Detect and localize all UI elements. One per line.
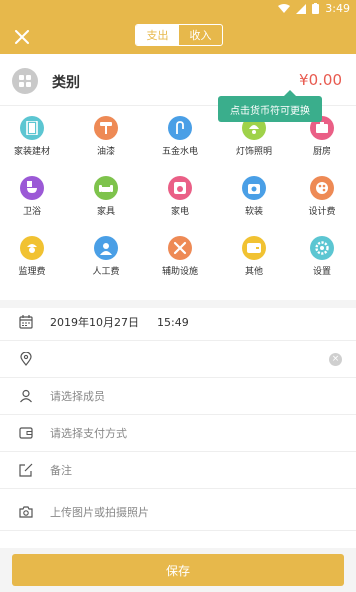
top-toolbar: 支出 收入 <box>0 20 356 54</box>
worker-icon <box>94 236 118 260</box>
grid-item-bathroom[interactable]: 卫浴 <box>2 176 62 217</box>
grid-item-appliance[interactable]: 家电 <box>150 176 210 217</box>
photo-row[interactable]: 上传图片或拍摄照片 <box>0 494 356 531</box>
tab-income[interactable]: 收入 <box>179 25 222 45</box>
grid-item-soft-decoration[interactable]: 软装 <box>224 176 284 217</box>
note-placeholder: 备注 <box>50 464 72 477</box>
grid-item-label: 五金水电 <box>161 147 198 157</box>
tools-icon <box>168 236 192 260</box>
grid-item-label: 设计费 <box>308 207 336 217</box>
member-placeholder: 请选择成员 <box>50 390 105 403</box>
grid-item-design-fee[interactable]: 设计费 <box>292 176 352 217</box>
category-grid-icon <box>19 75 31 87</box>
close-icon <box>15 30 29 44</box>
grid-item-kitchen[interactable]: 厨房 <box>292 116 352 157</box>
grid-item-label: 辅助设施 <box>161 267 198 277</box>
wallet-icon <box>242 236 266 260</box>
grid-item-label: 卫浴 <box>22 207 41 217</box>
grid-item-supervision-fee[interactable]: 监理费 <box>2 236 62 277</box>
grid-item-lighting[interactable]: 灯饰照明 <box>224 116 284 157</box>
grid-item-label: 家电 <box>170 207 189 217</box>
appliance-icon <box>168 176 192 200</box>
grid-item-settings[interactable]: 设置 <box>292 236 352 277</box>
grid-item-label: 其他 <box>244 267 263 277</box>
soft-decoration-icon <box>242 176 266 200</box>
calendar-icon <box>18 314 34 330</box>
edit-icon <box>18 462 34 478</box>
save-bar: 保存 <box>0 548 356 592</box>
supervisor-icon <box>20 236 44 260</box>
system-icons: 3:49 <box>278 2 350 15</box>
photo-placeholder: 上传图片或拍摄照片 <box>50 506 149 519</box>
grid-item-label: 厨房 <box>312 147 331 157</box>
grid-item-other[interactable]: 其他 <box>224 236 284 277</box>
grid-item-labor-fee[interactable]: 人工费 <box>76 236 136 277</box>
status-time: 3:49 <box>325 2 350 15</box>
grid-item-hardware-plumbing[interactable]: 五金水电 <box>150 116 210 157</box>
payment-row[interactable]: 请选择支付方式 <box>0 415 356 452</box>
location-row[interactable]: × <box>0 341 356 378</box>
grid-item-label: 家具 <box>96 207 115 217</box>
grid-item-label: 监理费 <box>18 267 46 277</box>
save-button[interactable]: 保存 <box>12 554 344 586</box>
gear-icon <box>310 236 334 260</box>
grid-item-label: 人工费 <box>92 267 120 277</box>
status-bar: 3:49 <box>0 0 356 20</box>
category-avatar <box>12 68 38 94</box>
time-value[interactable]: 15:49 <box>157 316 189 329</box>
location-pin-icon <box>18 351 34 367</box>
wallet-icon <box>18 425 34 441</box>
type-segmented-control: 支出 收入 <box>135 24 223 46</box>
amount-display[interactable]: ¥0.00 <box>299 71 342 89</box>
grid-item-label: 软装 <box>244 207 263 217</box>
sofa-icon <box>94 176 118 200</box>
palette-icon <box>310 176 334 200</box>
note-row[interactable]: 备注 <box>0 452 356 489</box>
camera-icon <box>18 504 34 520</box>
date-value[interactable]: 2019年10月27日 <box>50 314 139 330</box>
close-icon: × <box>331 354 340 364</box>
grid-item-label: 家装建材 <box>13 147 50 157</box>
grid-item-auxiliary-facilities[interactable]: 辅助设施 <box>150 236 210 277</box>
person-icon <box>18 388 34 404</box>
faucet-icon <box>168 116 192 140</box>
grid-item-paint[interactable]: 油漆 <box>76 116 136 157</box>
tab-expense[interactable]: 支出 <box>136 25 179 45</box>
category-grid: 家装建材 油漆 五金水电 灯饰照明 厨房 卫浴 家具 家电 软装 设计费 监理费… <box>0 110 356 290</box>
toilet-icon <box>20 176 44 200</box>
grid-item-furniture[interactable]: 家具 <box>76 176 136 217</box>
payment-placeholder: 请选择支付方式 <box>50 427 127 440</box>
close-button[interactable] <box>10 25 34 49</box>
currency-tooltip: 点击货币符可更换 <box>218 90 322 122</box>
member-row[interactable]: 请选择成员 <box>0 378 356 415</box>
grid-item-label: 油漆 <box>96 147 115 157</box>
grid-item-building-materials[interactable]: 家装建材 <box>2 116 62 157</box>
signal-icon <box>296 3 307 14</box>
clear-location-button[interactable]: × <box>329 353 342 366</box>
battery-icon <box>312 3 320 14</box>
grid-item-label: 灯饰照明 <box>235 147 272 157</box>
paint-roller-icon <box>94 116 118 140</box>
grid-item-label: 设置 <box>312 267 331 277</box>
date-time-row[interactable]: 2019年10月27日 15:49 <box>0 304 356 341</box>
wifi-icon <box>278 3 291 14</box>
category-label: 类别 <box>52 75 80 91</box>
building-materials-icon <box>20 116 44 140</box>
